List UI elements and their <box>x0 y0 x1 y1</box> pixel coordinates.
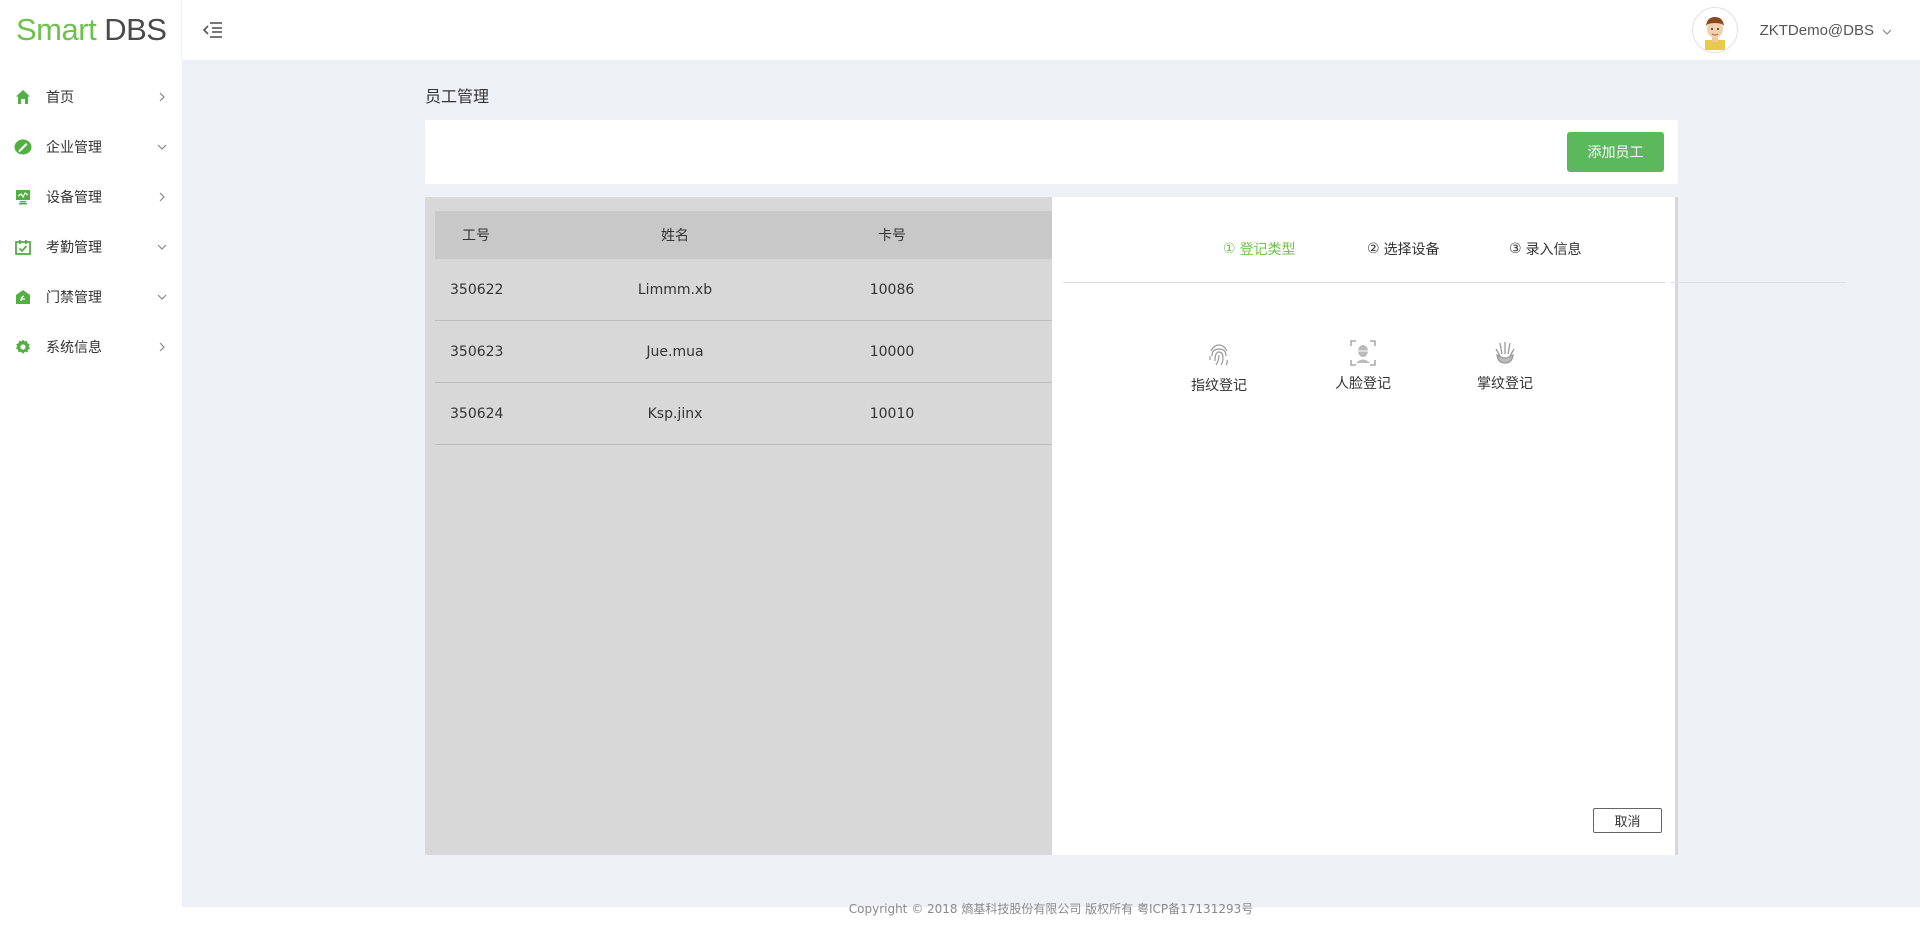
face-scan-icon <box>1349 339 1377 367</box>
header-employee-id: 工号 <box>462 228 490 244</box>
table-row[interactable]: 350623 Jue.mua 10000 <box>435 321 1055 383</box>
home-icon <box>14 88 32 106</box>
sidebar-item-enterprise[interactable]: 企业管理 <box>0 122 182 172</box>
step-label: 登记类型 <box>1239 242 1296 258</box>
step-select-device[interactable]: ② 选择设备 <box>1367 239 1440 259</box>
step-enter-info[interactable]: ③ 录入信息 <box>1509 239 1582 259</box>
face-register-option[interactable]: 人脸登记 <box>1335 339 1391 393</box>
chevron-right-icon <box>156 341 168 353</box>
gear-icon <box>14 338 32 356</box>
header-card-number: 卡号 <box>878 228 906 244</box>
copyright-text: Copyright © 2018 熵基科技股份有限公司 版权所有 粤ICP备17… <box>848 902 1254 916</box>
step-label: 录入信息 <box>1525 242 1582 258</box>
top-header: Smart DBS ZKTDemo@DBS <box>0 0 1920 60</box>
fingerprint-register-option[interactable]: 指纹登记 <box>1191 341 1247 395</box>
sidebar-item-label: 考勤管理 <box>46 240 102 256</box>
table-row[interactable]: 350624 Ksp.jinx 10010 <box>435 383 1055 445</box>
chevron-right-icon <box>156 91 168 103</box>
app-logo[interactable]: Smart DBS <box>0 0 182 60</box>
cell-name: Jue.mua <box>646 343 704 360</box>
sidebar-item-label: 系统信息 <box>46 340 102 356</box>
chevron-down-icon <box>156 241 168 253</box>
register-type-label: 掌纹登记 <box>1477 376 1533 392</box>
sidebar-item-device[interactable]: 设备管理 <box>0 172 182 222</box>
footer: Copyright © 2018 熵基科技股份有限公司 版权所有 粤ICP备17… <box>182 903 1920 936</box>
username-label: ZKTDemo@DBS <box>1759 21 1874 39</box>
logo-smart: Smart <box>16 12 97 47</box>
cell-employee-id: 350622 <box>450 281 504 298</box>
table-row[interactable]: 350622 Limmm.xb 10086 <box>435 259 1055 321</box>
employee-table: 工号 姓名 卡号 350622 Limmm.xb 10086 350623 Ju… <box>435 211 1055 445</box>
cell-employee-id: 350623 <box>450 343 504 360</box>
palm-register-option[interactable]: 掌纹登记 <box>1477 339 1533 393</box>
header-name: 姓名 <box>661 228 689 244</box>
register-type-label: 人脸登记 <box>1335 376 1391 392</box>
user-avatar-icon <box>1704 17 1725 50</box>
add-employee-button[interactable]: 添加员工 <box>1567 132 1664 172</box>
toolbar: 添加员工 <box>425 120 1678 184</box>
cell-card-number: 10086 <box>869 281 915 298</box>
cell-employee-id: 350624 <box>450 405 504 422</box>
drawer-panel: ① 登记类型 ② 选择设备 ③ 录入信息 指纹登记 人脸登记 掌纹登记 取消 <box>1052 197 1670 855</box>
access-control-icon <box>14 288 32 306</box>
user-menu[interactable]: ZKTDemo@DBS <box>1760 22 1892 39</box>
sidebar-item-attendance[interactable]: 考勤管理 <box>0 222 182 272</box>
chevron-down-icon <box>1882 22 1892 39</box>
step-number: ② <box>1367 241 1380 257</box>
attendance-icon <box>14 238 32 256</box>
chevron-down-icon <box>156 291 168 303</box>
cell-name: Ksp.jinx <box>647 405 703 422</box>
steps-bar: ① 登记类型 ② 选择设备 ③ 录入信息 <box>1063 197 1665 283</box>
logo-dbs: DBS <box>104 12 167 47</box>
fingerprint-icon <box>1205 341 1233 369</box>
sidebar-item-label: 设备管理 <box>46 190 102 206</box>
cell-card-number: 10000 <box>869 343 915 360</box>
cell-card-number: 10010 <box>869 405 915 422</box>
sidebar-item-access-control[interactable]: 门禁管理 <box>0 272 182 322</box>
avatar[interactable] <box>1691 7 1738 53</box>
sidebar-item-home[interactable]: 首页 <box>0 72 182 122</box>
cancel-button[interactable]: 取消 <box>1593 808 1662 833</box>
chevron-down-icon <box>156 141 168 153</box>
step-number: ③ <box>1509 241 1522 257</box>
chevron-right-icon <box>156 191 168 203</box>
enterprise-icon <box>14 138 32 156</box>
device-icon <box>14 188 32 206</box>
step-label: 选择设备 <box>1383 242 1440 258</box>
sidebar: 首页 企业管理 设备管理 考勤管理 门禁管理 系统信息 <box>0 60 182 936</box>
page-title: 员工管理 <box>425 87 490 106</box>
table-header: 工号 姓名 卡号 <box>435 211 1055 259</box>
register-type-label: 指纹登记 <box>1191 378 1247 394</box>
menu-collapse-icon[interactable] <box>200 17 226 43</box>
step-register-type[interactable]: ① 登记类型 <box>1223 239 1296 259</box>
palm-icon <box>1491 339 1519 367</box>
step-number: ① <box>1223 241 1236 257</box>
sidebar-item-label: 门禁管理 <box>46 290 102 306</box>
sidebar-item-label: 企业管理 <box>46 140 102 156</box>
sidebar-item-label: 首页 <box>46 90 74 106</box>
sidebar-item-system-info[interactable]: 系统信息 <box>0 322 182 372</box>
cell-name: Limmm.xb <box>637 281 713 298</box>
